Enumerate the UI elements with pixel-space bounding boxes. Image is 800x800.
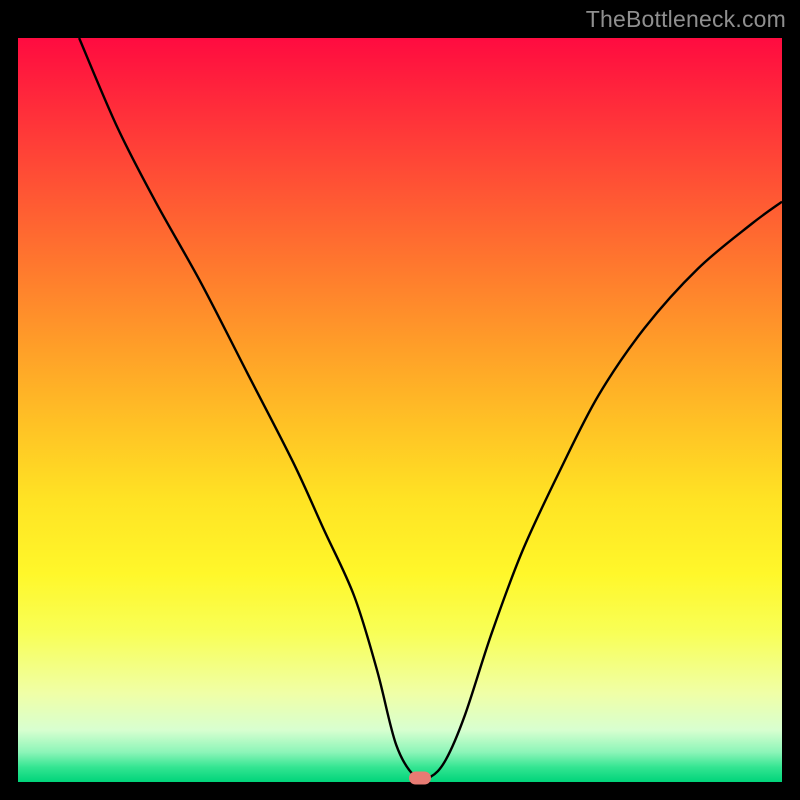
- minimum-marker: [409, 772, 431, 785]
- background-gradient: [18, 38, 782, 782]
- watermark-text: TheBottleneck.com: [586, 6, 786, 33]
- chart-stage: TheBottleneck.com: [0, 0, 800, 800]
- plot-area: [18, 38, 782, 782]
